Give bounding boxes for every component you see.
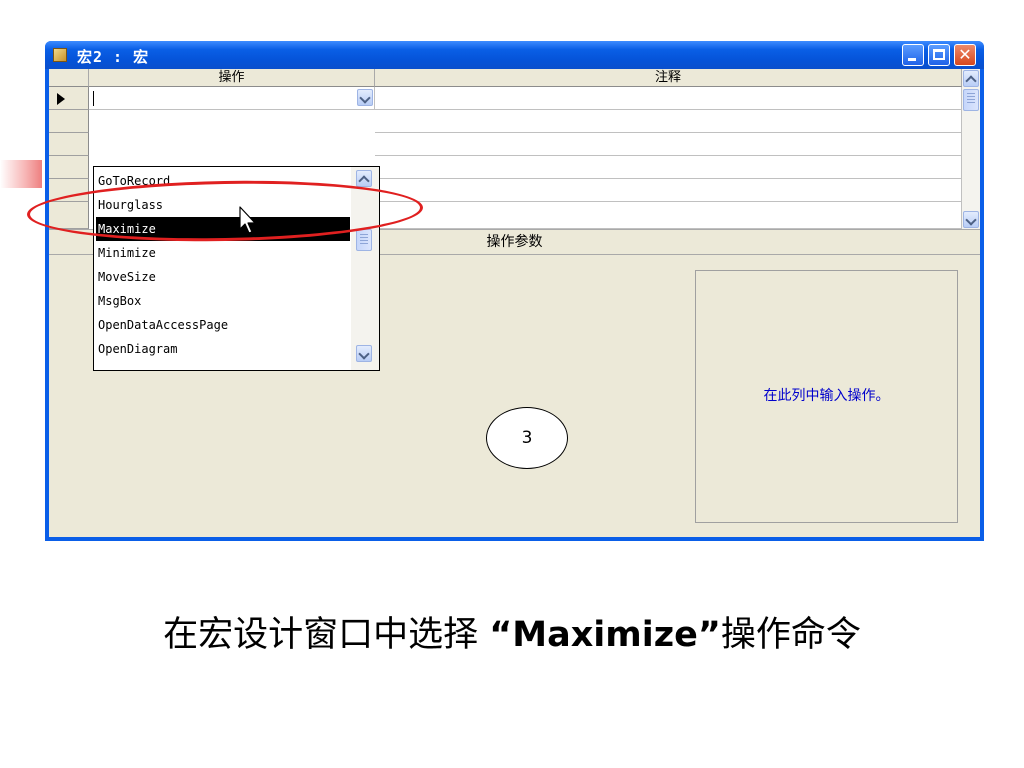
text-caret [93,91,94,106]
caption-prefix: 在宏设计窗口中选择 [163,615,490,655]
grid-scrollbar[interactable] [962,69,980,229]
maximize-button[interactable] [928,44,950,66]
scroll-up-button[interactable] [963,70,979,87]
row-selector[interactable] [49,156,89,179]
close-button[interactable]: ✕ [954,44,976,66]
dropdown-item[interactable]: MsgBox [96,289,350,313]
comment-cell[interactable] [375,202,962,229]
mouse-pointer-icon [239,206,256,234]
comment-cell[interactable] [375,87,962,110]
chevron-down-icon [358,348,370,360]
comment-cell[interactable] [375,133,962,156]
dropdown-item[interactable]: OpenDataAccessPage [96,313,350,337]
dropdown-scroll-thumb[interactable] [356,229,372,251]
caption-highlight: “Maximize” [489,615,721,655]
header-corner [49,69,89,87]
comment-cell[interactable] [375,179,962,202]
scroll-thumb[interactable] [963,89,979,111]
minimize-icon [908,58,916,61]
title-bar[interactable]: 宏2 : 宏 ✕ [45,41,984,69]
current-row-icon [57,93,65,105]
comment-cell[interactable] [375,156,962,179]
caption-suffix: 操作命令 [720,615,861,655]
action-cell-active[interactable] [89,87,375,110]
close-icon: ✕ [958,45,972,64]
dropdown-scroll-down[interactable] [356,345,372,362]
window-title: 宏2 : 宏 [77,48,150,66]
help-panel: 在此列中输入操作。 [695,270,958,523]
header-comment: 注释 [375,69,962,87]
slide-caption: 在宏设计窗口中选择 “Maximize”操作命令 [0,606,1024,657]
decorative-accent [0,160,42,188]
step-number-badge: 3 [486,407,568,469]
comment-cell[interactable] [375,110,962,133]
minimize-button[interactable] [902,44,924,66]
chevron-up-icon [358,175,370,187]
dropdown-item[interactable]: MoveSize [96,265,350,289]
header-action: 操作 [89,69,375,87]
row-selector[interactable] [49,87,89,110]
chevron-up-icon [965,75,977,87]
dropdown-item[interactable]: Minimize [96,241,350,265]
scroll-down-button[interactable] [963,211,979,228]
row-selector[interactable] [49,133,89,156]
chevron-down-icon [359,92,371,104]
row-selector[interactable] [49,110,89,133]
dropdown-scroll-up[interactable] [356,170,372,187]
maximize-icon [933,49,945,60]
chevron-down-icon [965,214,977,226]
macro-icon [53,48,67,62]
dropdown-item[interactable]: OpenDiagram [96,337,350,361]
help-text: 在此列中输入操作。 [763,388,890,404]
action-dropdown-button[interactable] [357,89,373,106]
